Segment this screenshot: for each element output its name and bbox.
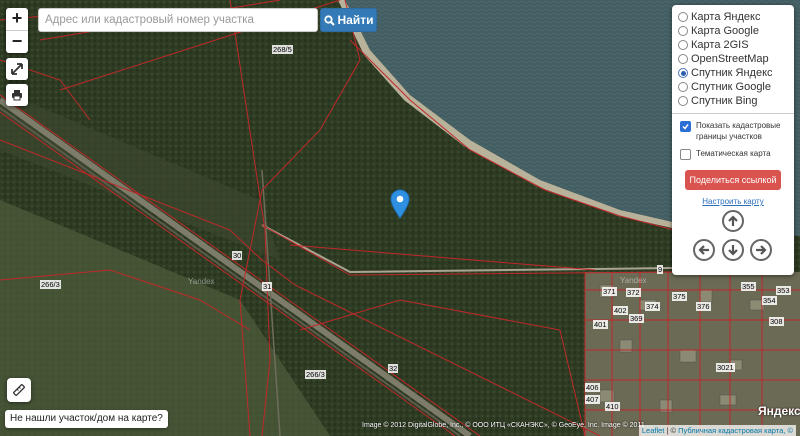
layer-option[interactable]: Карта 2GIS — [678, 38, 788, 52]
radio-icon[interactable] — [678, 12, 688, 22]
layer-option-label: Карта Google — [691, 25, 759, 37]
arrow-down-icon — [728, 245, 738, 256]
arrow-up-icon — [728, 215, 738, 226]
share-link-button[interactable]: Поделиться ссылкой — [685, 170, 781, 190]
arrow-left-icon — [698, 245, 709, 255]
leaflet-link[interactable]: Leaflet — [642, 426, 665, 435]
zoom-out-button[interactable]: − — [6, 30, 28, 53]
option-checkbox-row[interactable]: Тематическая карта — [678, 148, 788, 160]
fullscreen-button[interactable] — [6, 58, 28, 80]
option-label: Тематическая карта — [696, 149, 771, 158]
arrow-right-icon — [756, 245, 767, 255]
option-label: Показать кадастровые границы участков — [696, 121, 781, 141]
parcel-number-label: 355 — [741, 282, 756, 291]
measure-button[interactable] — [7, 378, 31, 402]
parcel-number-label: 266/3 — [40, 280, 61, 289]
layer-option-label: Спутник Bing — [691, 95, 758, 107]
radio-icon[interactable] — [678, 96, 688, 106]
cadastral-map-link[interactable]: Публичная кадастровая карта, © — [678, 426, 793, 435]
zoom-control: + − — [6, 8, 28, 53]
layer-option-label: Карта Яндекс — [691, 11, 761, 23]
parcel-number-label: 30 — [232, 251, 243, 260]
parcel-number-label: 3021 — [716, 363, 735, 372]
parcel-number-label: 266/3 — [305, 370, 326, 379]
parcel-number-label: 268/5 — [272, 45, 293, 54]
parcel-number-label: 402 — [613, 306, 628, 315]
parcel-number-label: 410 — [605, 402, 620, 411]
radio-icon[interactable] — [678, 40, 688, 50]
parcel-number-label: 354 — [762, 296, 777, 305]
parcel-number-label: 406 — [585, 383, 600, 392]
parcel-number-label: 375 — [672, 292, 687, 301]
imagery-credits: Image © 2012 DigitalGlobe, Inc., © ООО И… — [362, 422, 653, 429]
map-watermark: Yandex — [188, 277, 215, 286]
search-button[interactable]: Найти — [320, 8, 377, 32]
attribution-separator: | © — [664, 426, 679, 435]
parcel-number-label: 401 — [593, 320, 608, 329]
layer-option[interactable]: Карта Google — [678, 24, 788, 38]
print-button[interactable] — [6, 84, 28, 106]
pan-up-button[interactable] — [722, 210, 744, 232]
parcel-number-label: 369 — [629, 314, 644, 323]
printer-icon — [12, 90, 22, 101]
pan-right-button[interactable] — [750, 239, 772, 261]
pan-controls — [672, 205, 794, 269]
layer-option[interactable]: Спутник Яндекс — [678, 66, 788, 80]
search-icon — [323, 14, 335, 26]
layer-option-label: Спутник Google — [691, 81, 771, 93]
layer-option[interactable]: Спутник Google — [678, 80, 788, 94]
ruler-icon — [13, 384, 25, 396]
not-found-button[interactable]: Не нашли участок/дом на карте? — [5, 410, 168, 428]
satellite-map[interactable]: Yandex Yandex 268/5 30 266/3 31 266/3 32 9 374 3… — [0, 0, 800, 436]
parcel-number-label: 308 — [769, 317, 784, 326]
parcel-number-label: 32 — [388, 364, 399, 373]
zoom-in-button[interactable]: + — [6, 8, 28, 30]
radio-icon[interactable] — [678, 68, 688, 78]
radio-icon[interactable] — [678, 26, 688, 36]
radio-icon[interactable] — [678, 82, 688, 92]
yandex-logo: Яндекс — [758, 404, 800, 418]
radio-icon[interactable] — [678, 54, 688, 64]
checkbox-icon[interactable] — [680, 121, 691, 132]
parcel-number-label: 31 — [262, 282, 273, 291]
layer-option-label: Спутник Яндекс — [691, 67, 773, 79]
parcel-number-label: 376 — [696, 302, 711, 311]
parcel-number-label: 371 — [602, 287, 617, 296]
parcel-number-label: 407 — [585, 395, 600, 404]
pan-left-button[interactable] — [693, 239, 715, 261]
option-checkbox-row[interactable]: Показать кадастровые границы участков — [678, 120, 788, 142]
map-watermark: Yandex — [620, 276, 647, 285]
layer-option[interactable]: OpenStreetMap — [678, 52, 788, 66]
search-button-label: Найти — [337, 13, 374, 27]
attribution: Leaflet | © Публичная кадастровая карта,… — [638, 425, 796, 436]
checkbox-icon[interactable] — [680, 149, 691, 160]
expand-icon — [11, 63, 23, 75]
layer-option[interactable]: Карта Яндекс — [678, 10, 788, 24]
parcel-number-label: 9 — [657, 265, 664, 274]
pan-down-button[interactable] — [722, 239, 744, 261]
layer-option-label: OpenStreetMap — [691, 53, 769, 65]
layer-option[interactable]: Спутник Bing — [678, 94, 788, 108]
parcel-number-label: 374 — [645, 302, 660, 311]
panel-divider — [672, 113, 794, 114]
parcel-number-label: 372 — [626, 288, 641, 297]
layer-panel: Карта Яндекс Карта Google Карта 2GIS OpenSt… — [672, 5, 794, 275]
layer-option-label: Карта 2GIS — [691, 39, 749, 51]
parcel-number-label: 353 — [776, 286, 791, 295]
search-input[interactable] — [38, 8, 318, 32]
